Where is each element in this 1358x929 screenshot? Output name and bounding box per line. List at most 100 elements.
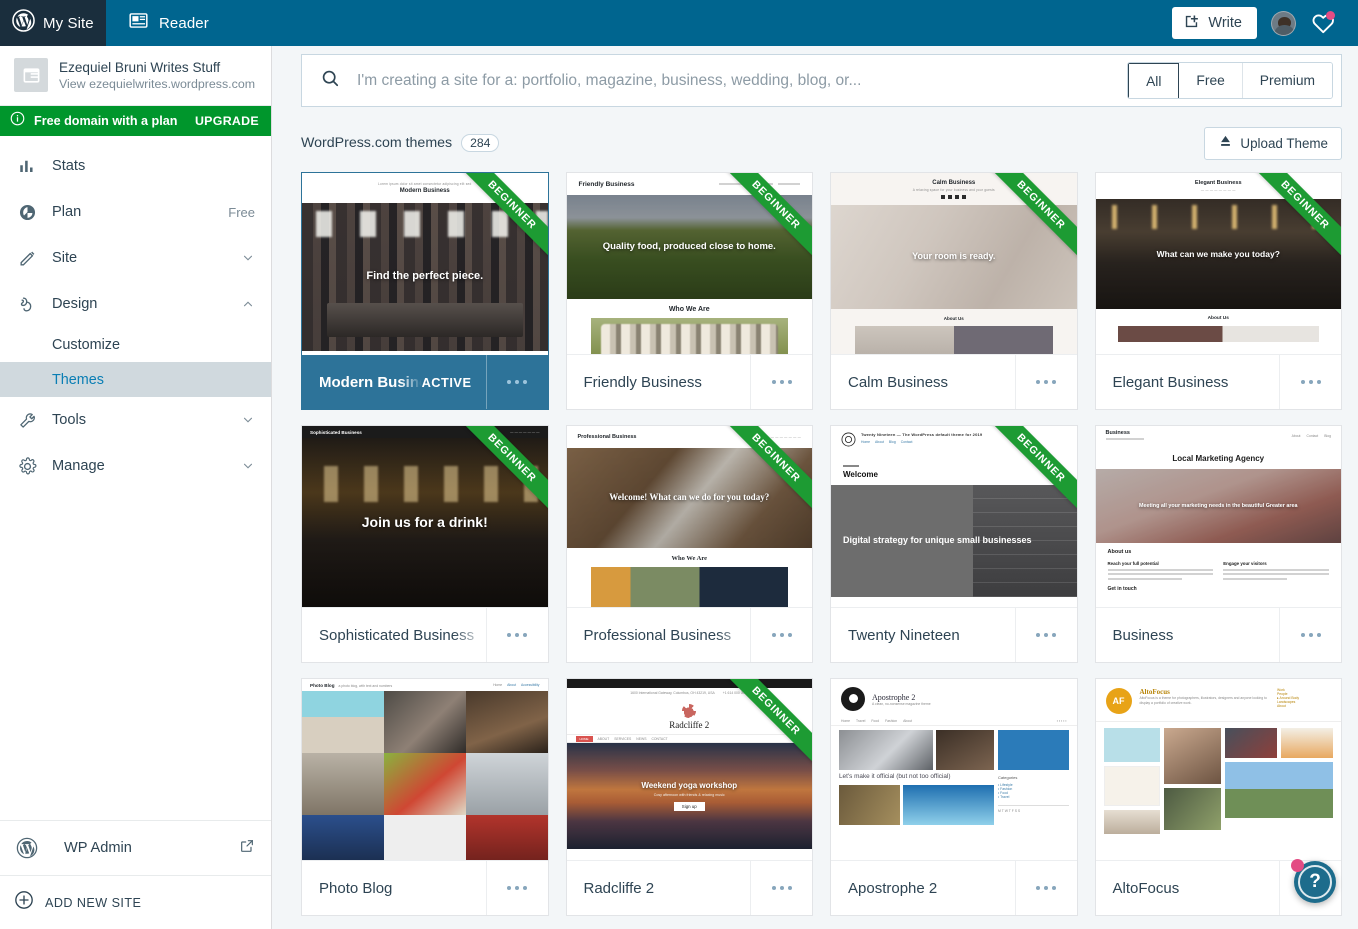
sidebar-subitem-customize[interactable]: Customize xyxy=(0,327,271,362)
theme-preview-section: About Us xyxy=(1207,316,1229,321)
theme-preview-section: Who We Are xyxy=(668,306,710,313)
theme-preview[interactable]: Professional Business — — — — — — — Welc… xyxy=(566,426,812,608)
masthead: My Site Reader Write xyxy=(0,0,1358,46)
theme-preview-header: Business xyxy=(1105,429,1130,436)
search-input[interactable] xyxy=(357,71,1128,90)
theme-name: Apostrophe 2 xyxy=(848,879,938,897)
sidebar-item-design-label: Design xyxy=(52,296,98,312)
masthead-actions: Write xyxy=(1172,0,1358,46)
theme-name: AltoFocus xyxy=(1112,879,1180,897)
theme-card-footer: Radcliffe 2 xyxy=(567,861,813,915)
theme-preview[interactable]: Friendly Business Quality food, produced… xyxy=(566,173,812,355)
theme-card-footer: Apostrophe 2 xyxy=(831,861,1077,915)
upgrade-banner[interactable]: Free domain with a plan UPGRADE xyxy=(0,106,271,136)
theme-preview-section: Welcome xyxy=(843,469,878,479)
theme-preview[interactable]: Lorem ipsum dolor sit amet consectetur a… xyxy=(302,173,548,355)
theme-preview-hero-text: Find the perfect piece. xyxy=(366,270,484,283)
theme-name: Twenty Nineteen xyxy=(848,626,960,644)
theme-preview[interactable]: Twenty Nineteen — The WordPress default … xyxy=(831,426,1077,608)
theme-more-options-button[interactable] xyxy=(485,861,548,915)
theme-card[interactable]: Professional Business — — — — — — — Welc… xyxy=(565,425,813,663)
help-question-icon[interactable]: ? xyxy=(1291,859,1336,903)
sidebar-item-manage[interactable]: Manage xyxy=(0,443,271,489)
theme-card-footer: Sophisticated Business xyxy=(302,608,548,662)
theme-card[interactable]: Business About Contact Blog Local Marketin… xyxy=(1094,425,1342,663)
theme-preview-section: About Us xyxy=(943,316,964,321)
sidebar-item-site[interactable]: Site xyxy=(0,235,271,281)
sidebar-item-design[interactable]: Design xyxy=(0,281,271,327)
theme-more-options-button[interactable] xyxy=(750,608,812,662)
write-button[interactable]: Write xyxy=(1172,7,1257,39)
theme-preview[interactable]: Elegant Business — — — — — — — — What ca… xyxy=(1095,173,1341,355)
theme-more-options-button[interactable] xyxy=(1014,608,1077,662)
theme-card[interactable]: Photo Blog a photo blog, with text and n… xyxy=(301,678,549,916)
theme-preview-sidebar-title: Categories xyxy=(998,775,1018,780)
theme-card-footer: Modern Business ACTIVE xyxy=(302,355,548,409)
theme-preview[interactable]: Apostrophe 2 A clean, no-nonsense magazi… xyxy=(831,679,1077,861)
reader-icon xyxy=(128,10,149,36)
upload-theme-button[interactable]: Upload Theme xyxy=(1204,126,1342,160)
upload-icon xyxy=(1218,134,1233,152)
theme-more-options-button[interactable] xyxy=(485,608,548,662)
theme-preview-col1: Reach your full potential xyxy=(1107,561,1159,566)
sidebar-item-tools[interactable]: Tools xyxy=(0,397,271,443)
theme-card[interactable]: Friendly Business Quality food, produced… xyxy=(565,172,813,410)
avatar[interactable] xyxy=(1271,10,1296,36)
theme-more-options-button[interactable] xyxy=(750,355,812,409)
theme-more-options-button[interactable] xyxy=(750,861,812,915)
theme-card[interactable]: Lorem ipsum dolor sit amet consectetur a… xyxy=(301,172,549,410)
notifications-bell-icon[interactable] xyxy=(1310,10,1336,36)
theme-card[interactable]: Calm Business A relaxing space for your … xyxy=(830,172,1078,410)
theme-preview-hero-text: Weekend yoga workshop xyxy=(641,781,738,790)
theme-logo-icon: AF xyxy=(1105,688,1132,714)
theme-preview-post1: Let's make it official (but not too offi… xyxy=(839,773,951,780)
theme-type-filter: All Free Premium xyxy=(1127,62,1333,99)
sidebar-item-wp-admin[interactable]: WP Admin xyxy=(0,820,271,875)
theme-preview-image xyxy=(855,326,1053,354)
theme-preview[interactable]: 1600 International Gateway, Columbus, OH… xyxy=(566,679,812,861)
external-link-icon xyxy=(239,838,255,859)
info-circle-icon xyxy=(10,111,25,131)
sidebar-subitem-themes[interactable]: Themes xyxy=(0,362,271,397)
filter-free[interactable]: Free xyxy=(1179,63,1243,98)
site-url: View ezequielwrites.wordpress.com xyxy=(59,76,256,91)
sidebar-site-header[interactable]: Ezequiel Bruni Writes Stuff View ezequie… xyxy=(0,46,271,106)
write-pencil-icon xyxy=(1183,13,1200,34)
upgrade-banner-text: Free domain with a plan xyxy=(34,114,178,128)
theme-preview-header: Radcliffe 2 xyxy=(669,720,710,730)
theme-card[interactable]: Sophisticated Business — — — — — — — Joi… xyxy=(301,425,549,663)
sidebar-item-plan[interactable]: Plan Free xyxy=(0,189,271,235)
theme-preview[interactable]: Business About Contact Blog Local Marketin… xyxy=(1095,426,1341,608)
add-new-site-button[interactable]: ADD NEW SITE xyxy=(0,875,271,929)
theme-preview[interactable]: AF AltoFocus AltoFocus is a theme for ph… xyxy=(1095,679,1342,861)
theme-more-options-button[interactable] xyxy=(1279,608,1341,662)
chevron-down-icon xyxy=(241,413,255,427)
plan-badge-icon xyxy=(14,203,40,222)
theme-more-options-button[interactable] xyxy=(1279,355,1341,409)
theme-preview[interactable]: Calm Business A relaxing space for your … xyxy=(831,173,1077,355)
site-thumbnail-icon xyxy=(14,58,48,92)
themes-count-badge: 284 xyxy=(461,134,500,152)
sidebar-item-stats[interactable]: Stats xyxy=(0,143,271,189)
theme-card[interactable]: Elegant Business — — — — — — — — What ca… xyxy=(1094,172,1342,410)
theme-more-options-button[interactable] xyxy=(1014,861,1077,915)
masthead-reader[interactable]: Reader xyxy=(106,0,231,46)
theme-card[interactable]: 1600 International Gateway, Columbus, OH… xyxy=(565,678,813,916)
pencil-icon xyxy=(14,249,40,268)
theme-preview[interactable]: Photo Blog a photo blog, with text and n… xyxy=(302,679,548,861)
theme-more-options-button[interactable] xyxy=(1014,355,1077,409)
filter-all[interactable]: All xyxy=(1128,63,1181,98)
theme-card[interactable]: Apostrophe 2 A clean, no-nonsense magazi… xyxy=(830,678,1078,916)
masthead-my-site[interactable]: My Site xyxy=(0,0,106,46)
filter-premium[interactable]: Premium xyxy=(1242,63,1332,98)
theme-preview-tagline: Lorem ipsum dolor sit amet consectetur a… xyxy=(378,182,472,186)
theme-preview[interactable]: Sophisticated Business — — — — — — — Joi… xyxy=(302,426,548,608)
theme-more-options-button[interactable] xyxy=(485,355,548,409)
theme-card[interactable]: Twenty Nineteen — The WordPress default … xyxy=(830,425,1078,663)
theme-preview-gallery xyxy=(1096,722,1342,834)
theme-preview-header: Calm Business xyxy=(932,179,976,186)
theme-active-badge: ACTIVE xyxy=(421,374,472,390)
upgrade-banner-action[interactable]: UPGRADE xyxy=(195,114,259,128)
theme-name: Radcliffe 2 xyxy=(583,879,655,897)
theme-preview-header: Photo Blog xyxy=(310,682,335,688)
